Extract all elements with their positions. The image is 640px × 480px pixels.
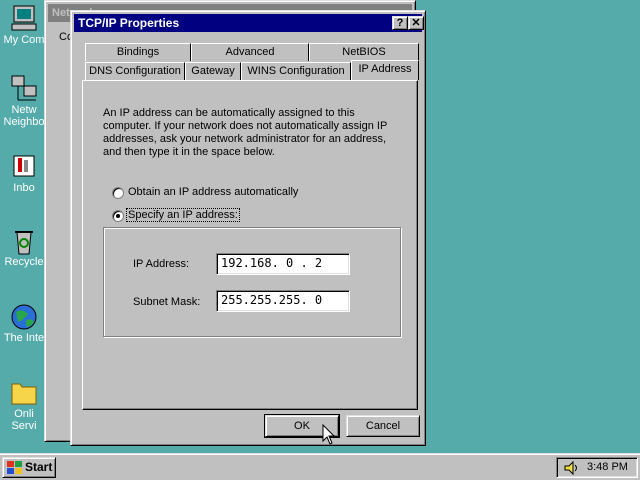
desktop-icon-network-neighborhood[interactable]: Netw Neighbo xyxy=(0,74,48,128)
ip-address-field[interactable]: 192.168. 0 . 2 xyxy=(216,253,350,275)
tab-wins-configuration[interactable]: WINS Configuration xyxy=(241,62,351,80)
tcpip-properties-dialog: TCP/IP Properties ? ✕ Bindings Advanced … xyxy=(70,10,426,446)
subnet-mask-label: Subnet Mask: xyxy=(133,296,201,308)
tab-label: DNS Configuration xyxy=(89,65,181,77)
specify-ip-radio[interactable] xyxy=(112,210,124,222)
desktop-icon-label: The Inte xyxy=(3,332,45,344)
tab-label: WINS Configuration xyxy=(247,65,345,77)
start-button[interactable]: Start xyxy=(2,457,56,478)
tab-netbios[interactable]: NetBIOS xyxy=(309,43,419,61)
tab-label: IP Address xyxy=(358,63,412,75)
specify-ip-label[interactable]: Specify an IP address: xyxy=(126,208,240,222)
subnet-mask-field[interactable]: 255.255.255. 0 xyxy=(216,290,350,312)
folder-icon xyxy=(8,378,40,406)
close-button[interactable]: ✕ xyxy=(408,16,424,30)
tab-label: NetBIOS xyxy=(342,46,386,58)
system-tray: 3:48 PM xyxy=(556,457,638,478)
dialog-titlebar[interactable]: TCP/IP Properties ? ✕ xyxy=(74,14,424,32)
tab-label: Gateway xyxy=(191,65,235,77)
ip-address-tab-panel: An IP address can be automatically assig… xyxy=(82,80,418,410)
obtain-automatically-label[interactable]: Obtain an IP address automatically xyxy=(128,186,298,198)
dialog-title: TCP/IP Properties xyxy=(78,16,180,30)
tab-label: Advanced xyxy=(225,46,275,58)
radio-selected-dot xyxy=(116,214,120,218)
volume-icon[interactable] xyxy=(563,460,579,476)
mouse-cursor-icon xyxy=(322,424,336,445)
desktop-icon-recycle-bin[interactable]: Recycle xyxy=(0,226,48,268)
clock[interactable]: 3:48 PM xyxy=(587,458,628,477)
windows-logo-icon xyxy=(7,461,22,474)
desktop-icon-label: Recycle xyxy=(4,256,44,268)
desktop-icon-label: My Com xyxy=(3,34,45,46)
desktop-icon-label: Netw Neighbo xyxy=(3,104,45,128)
tab-gateway[interactable]: Gateway xyxy=(185,62,241,80)
computer-icon xyxy=(8,4,40,32)
desktop-icon-the-internet[interactable]: The Inte xyxy=(0,302,48,344)
globe-icon xyxy=(8,302,40,330)
tab-ip-address[interactable]: IP Address xyxy=(351,60,419,80)
desktop-icon-inbox[interactable]: Inbo xyxy=(0,152,48,194)
description-text: An IP address can be automatically assig… xyxy=(103,107,388,158)
desktop-icon-label: Inbo xyxy=(13,182,35,194)
specify-ip-groupbox: IP Address: 192.168. 0 . 2 Subnet Mask: … xyxy=(103,227,401,337)
ip-address-label: IP Address: xyxy=(133,258,190,270)
obtain-automatically-radio[interactable] xyxy=(112,187,124,199)
start-label: Start xyxy=(25,460,53,474)
tab-bindings[interactable]: Bindings xyxy=(85,43,191,61)
cancel-button[interactable]: Cancel xyxy=(346,415,420,437)
tab-advanced[interactable]: Advanced xyxy=(191,43,309,61)
taskbar: Start 3:48 PM xyxy=(0,453,640,480)
desktop-icon-label: Onli Servi xyxy=(11,408,37,432)
recycle-bin-icon xyxy=(8,226,40,255)
inbox-icon xyxy=(8,152,40,180)
tab-label: Bindings xyxy=(116,46,160,58)
network-icon xyxy=(8,74,40,102)
tab-dns-configuration[interactable]: DNS Configuration xyxy=(85,62,185,80)
help-button[interactable]: ? xyxy=(392,16,408,30)
desktop-icon-my-computer[interactable]: My Com xyxy=(0,4,48,46)
desktop-icon-online-services[interactable]: Onli Servi xyxy=(0,378,48,432)
